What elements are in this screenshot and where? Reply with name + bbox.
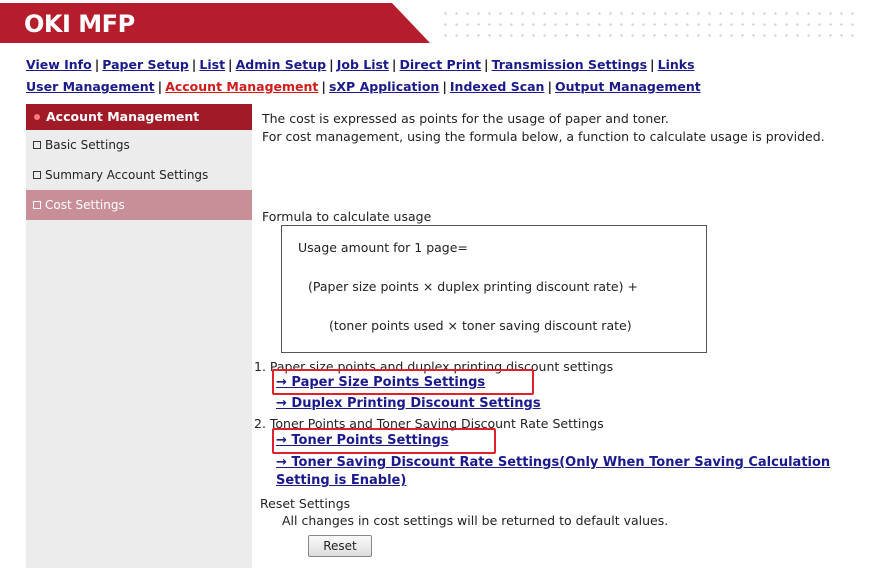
duplex-printing-discount-link[interactable]: → Duplex Printing Discount Settings bbox=[276, 395, 541, 413]
dot-pattern bbox=[440, 8, 860, 38]
nav-row-2: User Management | Account Management | sXP A… bbox=[26, 79, 701, 94]
checkbox-icon bbox=[33, 141, 41, 149]
intro-line-2: For cost management, using the formula b… bbox=[262, 129, 825, 144]
formula-box: Usage amount for 1 page= (Paper size poi… bbox=[281, 225, 707, 353]
toner-saving-discount-link[interactable]: → Toner Saving Discount Rate Settings(On… bbox=[276, 454, 836, 490]
nav-direct-print[interactable]: Direct Print bbox=[400, 57, 482, 72]
sidebar-heading: Account Management bbox=[26, 104, 252, 130]
sidebar-item-label: Summary Account Settings bbox=[45, 168, 209, 182]
sidebar-item-label: Basic Settings bbox=[45, 138, 130, 152]
nav-indexed-scan[interactable]: Indexed Scan bbox=[450, 79, 545, 94]
sidebar-item-label: Cost Settings bbox=[45, 198, 125, 212]
reset-settings-title: Reset Settings bbox=[260, 496, 351, 511]
nav-row-1: View Info | Paper Setup | List | Admin Setup | J… bbox=[26, 57, 695, 72]
nav-links[interactable]: Links bbox=[658, 57, 695, 72]
sidebar-item-summary-account-settings[interactable]: Summary Account Settings bbox=[26, 160, 252, 190]
brand-logo: OKI MFP bbox=[24, 10, 135, 38]
sidebar-item-cost-settings[interactable]: Cost Settings bbox=[26, 190, 252, 220]
intro-text: The cost is expressed as points for the … bbox=[262, 110, 852, 146]
sidebar: Account Management Basic Settings Summar… bbox=[26, 104, 252, 568]
formula-title: Formula to calculate usage bbox=[262, 209, 432, 224]
reset-description: All changes in cost settings will be ret… bbox=[282, 513, 669, 528]
nav-account-management[interactable]: Account Management bbox=[165, 79, 318, 94]
intro-line-1: The cost is expressed as points for the … bbox=[262, 111, 669, 126]
nav-sxp-application[interactable]: sXP Application bbox=[329, 79, 439, 94]
reset-button[interactable]: Reset bbox=[308, 535, 372, 557]
nav-list[interactable]: List bbox=[199, 57, 225, 72]
nav-output-management[interactable]: Output Management bbox=[555, 79, 701, 94]
formula-line-3: (toner points used × toner saving discou… bbox=[329, 318, 632, 333]
header: OKI MFP bbox=[0, 0, 872, 46]
main-nav: View Info | Paper Setup | List | Admin Setup | J… bbox=[26, 54, 701, 98]
formula-line-2: (Paper size points × duplex printing dis… bbox=[308, 279, 638, 294]
nav-transmission-settings[interactable]: Transmission Settings bbox=[492, 57, 647, 72]
nav-paper-setup[interactable]: Paper Setup bbox=[102, 57, 189, 72]
formula-line-1: Usage amount for 1 page= bbox=[298, 240, 468, 255]
nav-view-info[interactable]: View Info bbox=[26, 57, 92, 72]
nav-user-management[interactable]: User Management bbox=[26, 79, 155, 94]
nav-job-list[interactable]: Job List bbox=[337, 57, 389, 72]
nav-admin-setup[interactable]: Admin Setup bbox=[236, 57, 327, 72]
highlight-toner-points bbox=[272, 428, 496, 454]
checkbox-icon bbox=[33, 171, 41, 179]
sidebar-item-basic-settings[interactable]: Basic Settings bbox=[26, 130, 252, 160]
checkbox-icon bbox=[33, 201, 41, 209]
brand-banner: OKI MFP bbox=[0, 3, 430, 43]
highlight-paper-size-points bbox=[272, 369, 534, 395]
